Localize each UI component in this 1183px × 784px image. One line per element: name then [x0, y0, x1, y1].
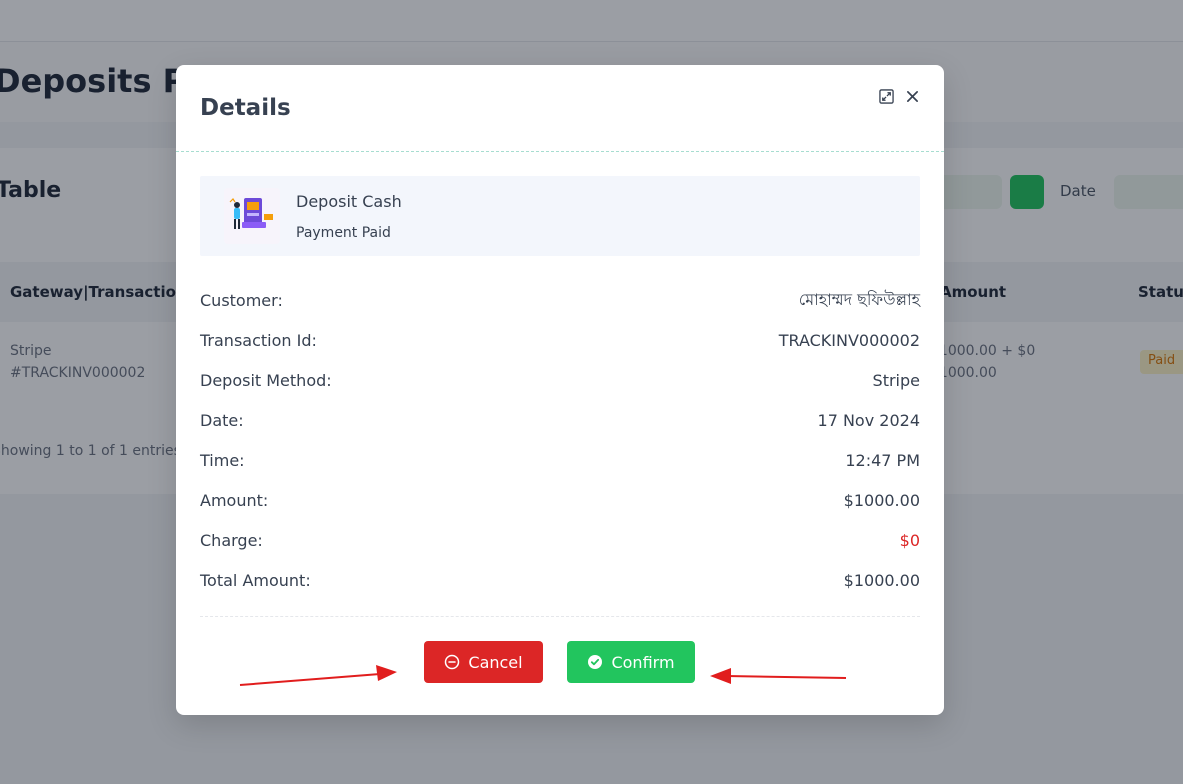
cancel-button-label: Cancel	[468, 652, 523, 672]
minus-circle-icon	[445, 654, 460, 670]
expand-icon[interactable]	[877, 87, 895, 105]
close-icon[interactable]	[903, 87, 921, 105]
check-badge-icon	[588, 655, 603, 669]
details-modal: Details Deposit Cash Payment Paid Custom…	[176, 65, 944, 715]
detail-row-transaction-id: Transaction Id: TRACKINV000002	[200, 320, 920, 360]
detail-row-amount: Amount: $1000.00	[200, 480, 920, 520]
modal-header: Details	[176, 65, 944, 152]
deposit-illustration	[224, 188, 280, 244]
detail-row-customer: Customer: মোহাম্মদ ছফিউল্লাহ	[200, 280, 920, 320]
detail-row-deposit-method: Deposit Method: Stripe	[200, 360, 920, 400]
detail-value: TRACKINV000002	[778, 330, 920, 350]
detail-value: $1000.00	[843, 570, 920, 590]
detail-label: Total Amount:	[200, 570, 311, 590]
detail-value: 17 Nov 2024	[817, 410, 920, 430]
detail-label: Date:	[200, 410, 244, 430]
detail-value: মোহাম্মদ ছফিউল্লাহ	[798, 289, 920, 309]
detail-row-total-amount: Total Amount: $1000.00	[200, 560, 920, 600]
modal-title: Details	[200, 95, 291, 121]
detail-row-charge: Charge: $0	[200, 520, 920, 560]
summary-subtitle: Payment Paid	[296, 225, 391, 241]
detail-value: $0	[899, 530, 920, 550]
summary-title: Deposit Cash	[296, 192, 402, 211]
confirm-button[interactable]: Confirm	[567, 641, 695, 683]
detail-label: Charge:	[200, 530, 263, 550]
transaction-summary: Deposit Cash Payment Paid	[200, 176, 920, 256]
detail-label: Customer:	[200, 290, 283, 310]
detail-label: Transaction Id:	[200, 330, 317, 350]
detail-value: 12:47 PM	[845, 450, 920, 470]
detail-value: Stripe	[872, 370, 920, 390]
cancel-button[interactable]: Cancel	[424, 641, 543, 683]
details-list: Customer: মোহাম্মদ ছফিউল্লাহ Transaction…	[200, 280, 920, 600]
detail-label: Time:	[200, 450, 245, 470]
footer-divider	[200, 616, 920, 617]
detail-row-time: Time: 12:47 PM	[200, 440, 920, 480]
confirm-button-label: Confirm	[611, 652, 675, 672]
detail-row-date: Date: 17 Nov 2024	[200, 400, 920, 440]
detail-value: $1000.00	[843, 490, 920, 510]
detail-label: Deposit Method:	[200, 370, 332, 390]
detail-label: Amount:	[200, 490, 269, 510]
